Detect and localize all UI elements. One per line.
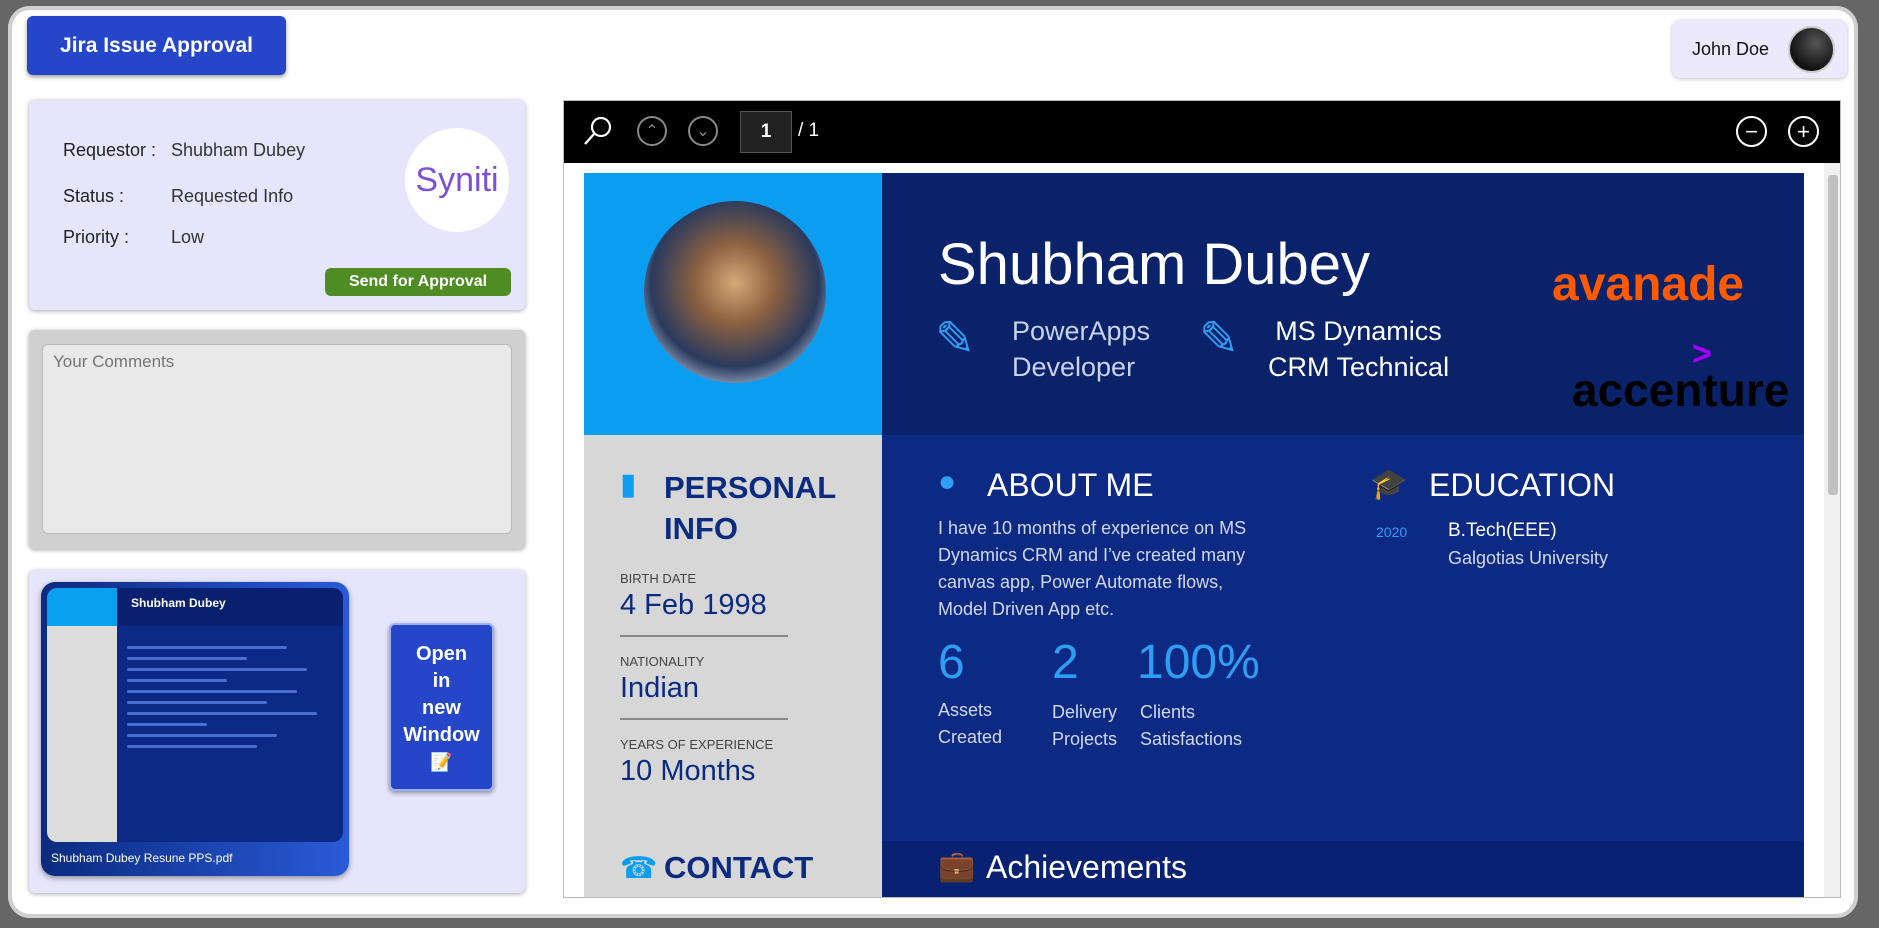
birth-date-value: 4 Feb 1998	[620, 589, 767, 621]
header-banner: Shubham Dubey ✎ PowerApps Developer ✎ MS…	[882, 173, 1804, 435]
zoom-in-icon[interactable]: +	[1788, 116, 1819, 147]
resume-main-panel: ● ABOUT ME I have 10 months of experienc…	[882, 435, 1804, 897]
open-label-4: Window	[403, 724, 480, 746]
profile-photo	[644, 201, 826, 383]
role-1-line-1: PowerApps	[1012, 316, 1151, 346]
logo-text: Syniti	[415, 160, 499, 199]
thumbnail-lines	[127, 638, 327, 756]
file-name: Shubham Dubey Resune PPS.pdf	[51, 851, 233, 865]
about-line: Model Driven App etc.	[938, 599, 1115, 619]
notebook-icon: ▮	[620, 468, 637, 501]
send-for-approval-button[interactable]: Send for Approval	[325, 268, 511, 296]
stat-label-line: Delivery	[1052, 702, 1118, 722]
achievements-title: Achievements	[986, 849, 1187, 885]
education-title: EDUCATION	[1429, 467, 1616, 503]
stat-value: 6	[938, 636, 965, 689]
tools-icon: ✎	[1198, 313, 1240, 366]
open-in-new-window-button[interactable]: Open in new Window 📝	[389, 623, 494, 791]
stat-label-line: Projects	[1052, 729, 1118, 749]
stat-label-line: Clients	[1140, 702, 1196, 722]
contact-title: CONTACT	[664, 850, 814, 885]
role-2: MS Dynamics CRM Technical	[1268, 313, 1449, 385]
experience-value: 10 Months	[620, 755, 756, 787]
search-icon[interactable]	[580, 113, 616, 149]
priority-label: Priority :	[63, 227, 130, 247]
pdf-viewer: ⌃ ⌄ 1 / 1 − + Shubham Dubey ✎ PowerApps …	[563, 100, 1841, 898]
comments-card	[29, 330, 525, 549]
page-total: / 1	[798, 120, 820, 141]
avanade-logo: avanade	[1552, 258, 1745, 311]
open-label-2: in	[432, 670, 451, 692]
app-title-button[interactable]: Jira Issue Approval	[27, 16, 286, 75]
tools-icon: ✎	[934, 313, 976, 366]
about-title: ABOUT ME	[987, 467, 1154, 503]
thumbnail-preview: Shubham Dubey	[47, 588, 343, 842]
page-number-input[interactable]: 1	[740, 111, 792, 153]
accenture-logo: > accenture	[1572, 335, 1790, 417]
birth-date-label: BIRTH DATE	[620, 571, 697, 586]
accenture-text: accenture	[1572, 364, 1790, 416]
stat-label: Clients Satisfactions	[1140, 699, 1242, 753]
chevron-down-icon[interactable]: ⌄	[688, 116, 718, 146]
experience-label: YEARS OF EXPERIENCE	[620, 737, 774, 752]
open-label-1: Open	[415, 643, 468, 665]
scrollbar-thumb[interactable]	[1828, 175, 1838, 495]
request-info-card: Requestor : Shubham Dubey Status : Reque…	[29, 100, 525, 310]
pdf-page: Shubham Dubey ✎ PowerApps Developer ✎ MS…	[584, 173, 1804, 897]
role-1: PowerApps Developer	[1012, 313, 1150, 385]
nationality-value: Indian	[620, 672, 700, 704]
stat-value: 2	[1052, 636, 1079, 689]
person-icon: ●	[938, 465, 957, 498]
stat-value: 100%	[1137, 636, 1260, 689]
thumbnail-title: Shubham Dubey	[131, 596, 226, 610]
pdf-thumbnail[interactable]: Shubham Dubey Shubham Dubey Resune PPS.p…	[41, 582, 349, 876]
accenture-chevron-icon: >	[1692, 335, 1712, 373]
stat-label-line: Created	[938, 727, 1003, 747]
stat-label-line: Assets	[938, 700, 993, 720]
viewer-toolbar: ⌃ ⌄ 1 / 1 − +	[564, 101, 1840, 163]
phone-icon: ☎	[620, 852, 658, 885]
user-name: John Doe	[1692, 38, 1770, 59]
priority-value: Low	[171, 227, 205, 247]
education-degree: B.Tech(EEE)	[1448, 520, 1557, 541]
header-photo-panel	[584, 173, 882, 435]
role-2-line-2: CRM Technical	[1268, 352, 1450, 382]
comments-input[interactable]	[42, 344, 512, 534]
achievements-header: 💼 Achievements	[882, 841, 1804, 897]
about-line: I have 10 months of experience on MS	[938, 518, 1247, 538]
user-profile[interactable]: John Doe	[1672, 20, 1847, 78]
open-label-3: new	[422, 697, 461, 719]
briefcase-icon: 💼	[938, 850, 976, 883]
status-label: Status :	[63, 186, 125, 206]
education-year: 2020	[1376, 524, 1408, 540]
divider	[620, 635, 788, 637]
personal-title-2: INFO	[664, 511, 739, 546]
stat-label: Assets Created	[938, 697, 1002, 751]
resume-name: Shubham Dubey	[938, 232, 1371, 297]
personal-info-title: PERSONAL INFO	[664, 467, 836, 549]
stat-label-line: Satisfactions	[1140, 729, 1243, 749]
chevron-up-icon[interactable]: ⌃	[637, 116, 667, 146]
avatar[interactable]	[1788, 25, 1835, 73]
syniti-logo: Syniti	[405, 128, 509, 232]
graduation-cap-icon: 🎓	[1370, 468, 1408, 501]
personal-info-panel: ▮ PERSONAL INFO BIRTH DATE 4 Feb 1998 NA…	[584, 435, 882, 897]
personal-title-1: PERSONAL	[664, 470, 837, 505]
nationality-label: NATIONALITY	[620, 654, 705, 669]
role-1-line-2: Developer	[1012, 352, 1136, 382]
viewer-scrollbar[interactable]	[1824, 163, 1840, 897]
about-text: I have 10 months of experience on MS Dyn…	[938, 515, 1246, 623]
requestor-label: Requestor :	[63, 140, 157, 160]
document-icon: 📝	[430, 752, 453, 772]
zoom-out-icon[interactable]: −	[1736, 116, 1767, 147]
attachment-card: Shubham Dubey Shubham Dubey Resune PPS.p…	[29, 570, 525, 893]
stat-label: Delivery Projects	[1052, 699, 1117, 753]
divider	[620, 718, 788, 720]
about-line: canvas app, Power Automate flows,	[938, 572, 1224, 592]
requestor-value: Shubham Dubey	[171, 140, 306, 160]
status-value: Requested Info	[171, 186, 294, 206]
about-line: Dynamics CRM and I’ve created many	[938, 545, 1246, 565]
role-2-line-1: MS Dynamics	[1275, 316, 1442, 346]
education-school: Galgotias University	[1448, 548, 1609, 568]
